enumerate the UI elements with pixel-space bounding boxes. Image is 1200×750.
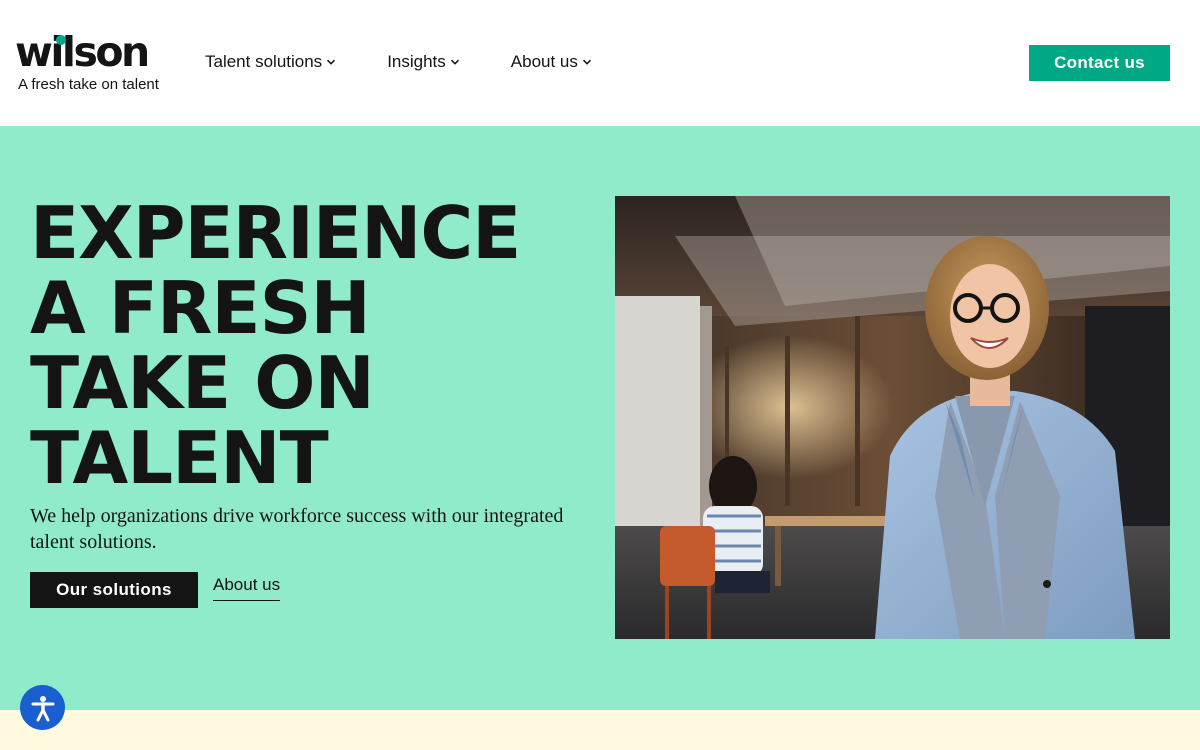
nav-label: About us	[510, 52, 578, 71]
nav-insights[interactable]: Insights	[387, 50, 460, 74]
logo-tagline: A fresh take on talent	[18, 76, 159, 93]
our-solutions-button[interactable]: Our solutions	[30, 572, 198, 608]
logo-dot	[56, 35, 66, 45]
contact-us-button[interactable]: Contact us	[1029, 45, 1170, 81]
accessibility-icon[interactable]	[20, 685, 65, 730]
hero-photo	[615, 196, 1170, 639]
logo-wordmark: wilson	[15, 28, 150, 76]
wilson-logo[interactable]: wilson A fresh take on talent	[15, 28, 160, 96]
nav-talent-solutions[interactable]: Talent solutions	[205, 50, 336, 74]
site-header: wilson A fresh take on talent Talent sol…	[0, 0, 1200, 126]
hero-title-line: TALENT	[30, 416, 329, 500]
chevron-down-icon	[326, 57, 336, 67]
chevron-down-icon	[450, 57, 460, 67]
hero-subtitle: We help organizations drive workforce su…	[30, 505, 564, 553]
smiling-woman-office-photo	[615, 196, 1170, 639]
about-us-link[interactable]: About us	[213, 575, 281, 601]
hero-title: EXPERIENCE A FRESH TAKE ON TALENT	[30, 196, 600, 496]
chevron-down-icon	[582, 57, 592, 67]
nav-label: Insights	[387, 52, 446, 71]
next-section-strip	[0, 710, 1200, 750]
hero-section: EXPERIENCE A FRESH TAKE ON TALENT We hel…	[0, 126, 1200, 710]
main-nav: Talent solutions Insights About us	[205, 50, 592, 74]
hero-title-line: A FRESH	[30, 266, 371, 350]
nav-label: Talent solutions	[205, 52, 323, 71]
hero-title-line: EXPERIENCE	[30, 191, 521, 275]
nav-about-us[interactable]: About us	[511, 50, 592, 74]
hero-title-line: TAKE ON	[30, 341, 375, 425]
